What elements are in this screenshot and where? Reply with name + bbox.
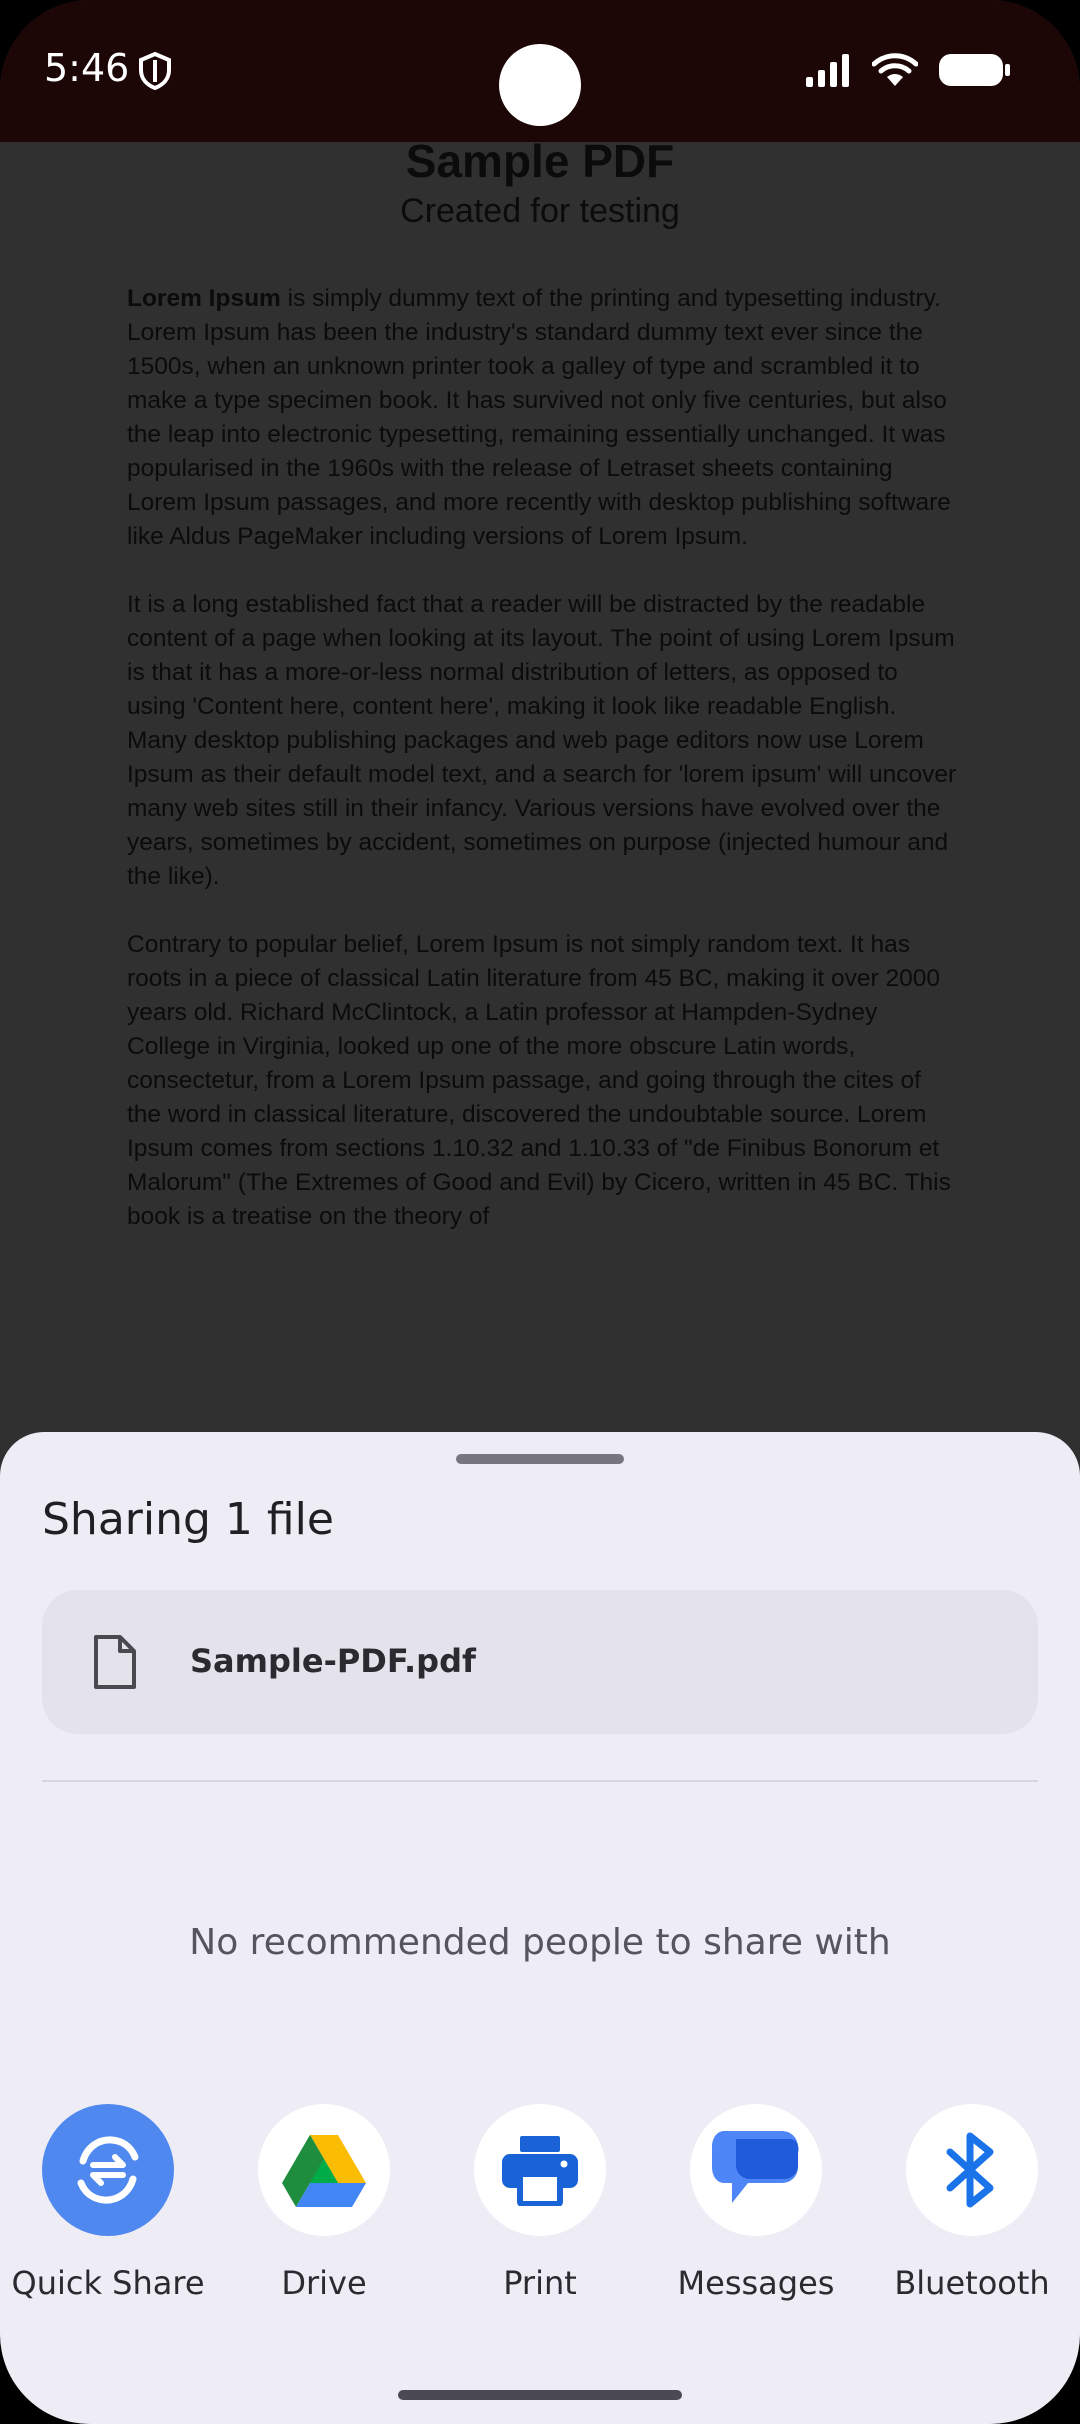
sheet-title: Sharing 1 file: [42, 1494, 334, 1545]
paragraph: It is a long established fact that a rea…: [127, 591, 957, 890]
paragraph-lead: Lorem Ipsum: [127, 285, 281, 312]
share-sheet: Sharing 1 file Sample-PDF.pdf No recomme…: [0, 1432, 1080, 2424]
status-time: 5:46: [44, 46, 130, 90]
file-preview-card: Sample-PDF.pdf: [42, 1590, 1038, 1734]
document-body: Lorem Ipsum is simply dummy text of the …: [127, 282, 957, 1268]
no-recommendations-text: No recommended people to share with: [189, 1922, 891, 1963]
messages-target[interactable]: Messages: [648, 2104, 864, 2302]
gesture-nav-bar[interactable]: [398, 2390, 682, 2400]
app-row: Quick Share Drive Print Messages Bluetoo…: [0, 2104, 1080, 2304]
wifi-icon: [871, 52, 919, 93]
file-name: Sample-PDF.pdf: [190, 1642, 476, 1680]
print-icon[interactable]: [474, 2104, 606, 2236]
screen: 5:46 Sample PDF Created for testing Lore…: [0, 0, 1080, 2424]
app-label: Drive: [281, 2264, 367, 2302]
camera-cutout: [499, 44, 581, 126]
app-label: Quick Share: [11, 2264, 205, 2302]
shield-icon: [138, 51, 172, 95]
app-label: Print: [503, 2264, 577, 2302]
status-bar: 5:46: [0, 0, 1080, 142]
drag-handle[interactable]: [456, 1454, 624, 1464]
paragraph: Contrary to popular belief, Lorem Ipsum …: [127, 931, 951, 1230]
bluetooth-target[interactable]: Bluetooth: [864, 2104, 1080, 2302]
file-icon: [92, 1634, 138, 1695]
quick-share-target[interactable]: Quick Share: [0, 2104, 216, 2302]
paragraph-text: is simply dummy text of the printing and…: [127, 285, 951, 550]
quick-share-icon[interactable]: [42, 2104, 174, 2236]
drive-target[interactable]: Drive: [216, 2104, 432, 2302]
pdf-document: Sample PDF Created for testing Lorem Ips…: [0, 135, 1080, 1442]
app-label: Bluetooth: [894, 2264, 1050, 2302]
bluetooth-icon[interactable]: [906, 2104, 1038, 2236]
status-icons: [806, 52, 1012, 93]
app-label: Messages: [677, 2264, 835, 2302]
paragraph: Lorem Ipsum is simply dummy text of the …: [127, 282, 957, 554]
battery-icon: [938, 53, 1012, 92]
divider: [42, 1780, 1038, 1782]
document-subtitle: Created for testing: [400, 192, 680, 230]
signal-icon: [806, 53, 852, 92]
print-target[interactable]: Print: [432, 2104, 648, 2302]
drive-icon[interactable]: [258, 2104, 390, 2236]
messages-icon[interactable]: [690, 2104, 822, 2236]
document-title: Sample PDF: [405, 135, 675, 187]
